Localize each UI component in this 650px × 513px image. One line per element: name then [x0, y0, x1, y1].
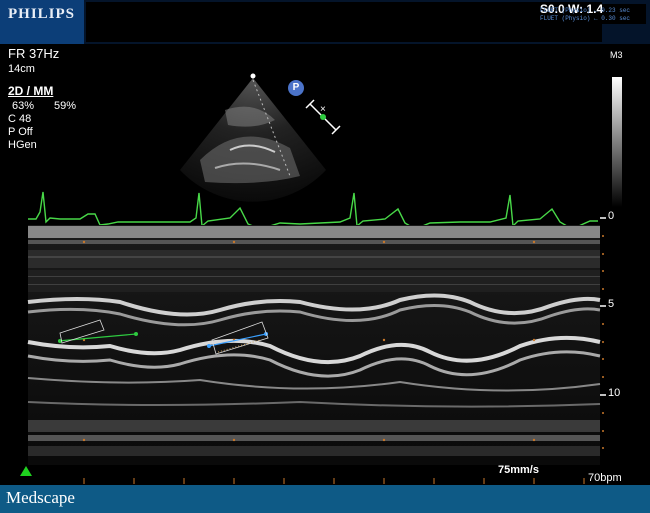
mmode-panel — [27, 225, 601, 465]
ultrasound-display: × — [27, 73, 606, 484]
apex-marker — [250, 73, 256, 79]
sweep-speed-label: 75mm/s — [498, 464, 539, 476]
heart-rate-label: 70bpm — [588, 472, 622, 484]
mmode-cursor-icon[interactable]: × — [305, 99, 341, 135]
footer-bar — [0, 485, 650, 513]
depth-mark-10: 10 — [608, 387, 621, 399]
depth-minor-ticks — [602, 235, 604, 449]
depth-mark-5: 5 — [608, 298, 615, 310]
ecg-trace — [28, 191, 598, 230]
svg-text:×: × — [320, 104, 326, 115]
depth-ticks — [600, 217, 606, 396]
publisher-logo: Medscape — [6, 488, 75, 507]
play-marker-icon[interactable] — [20, 466, 32, 476]
depth-mark-0: 0 — [608, 210, 615, 222]
sector-image — [180, 73, 326, 202]
orientation-marker: P — [288, 80, 304, 96]
time-ticks — [83, 478, 585, 484]
